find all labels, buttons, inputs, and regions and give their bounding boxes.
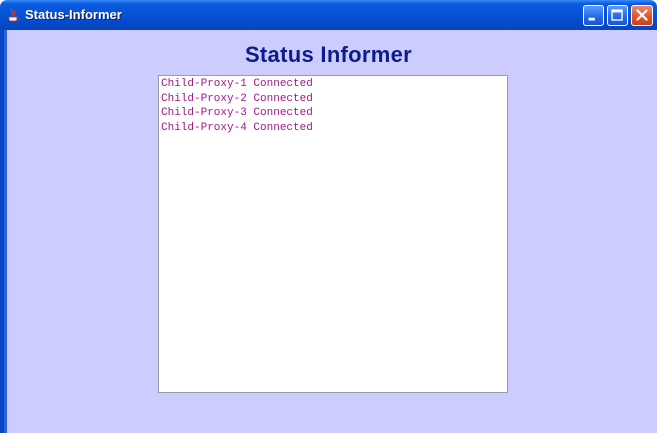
log-line: Child-Proxy-3 Connected xyxy=(161,107,313,119)
minimize-button[interactable] xyxy=(583,5,604,26)
minimize-icon xyxy=(588,17,595,21)
close-button[interactable] xyxy=(631,5,653,26)
log-line: Child-Proxy-1 Connected xyxy=(161,78,313,90)
maximize-button[interactable] xyxy=(607,5,628,26)
log-line: Child-Proxy-2 Connected xyxy=(161,92,313,105)
status-log-textarea[interactable]: Child-Proxy-1 Connected Child-Proxy-2 Co… xyxy=(158,75,508,393)
log-line: Child-Proxy-4 Connected xyxy=(161,121,313,134)
window-title: Status-Informer xyxy=(25,7,122,22)
java-coffee-cup-icon[interactable] xyxy=(5,7,21,23)
title-bar[interactable]: Status-Informer xyxy=(0,0,657,30)
status-informer-window: Status-Informer Status Informer Child-Pr… xyxy=(0,0,657,433)
maximize-icon xyxy=(611,9,623,21)
close-icon xyxy=(636,9,648,21)
window-left-border-inner xyxy=(4,30,7,433)
page-title: Status Informer xyxy=(244,42,413,67)
